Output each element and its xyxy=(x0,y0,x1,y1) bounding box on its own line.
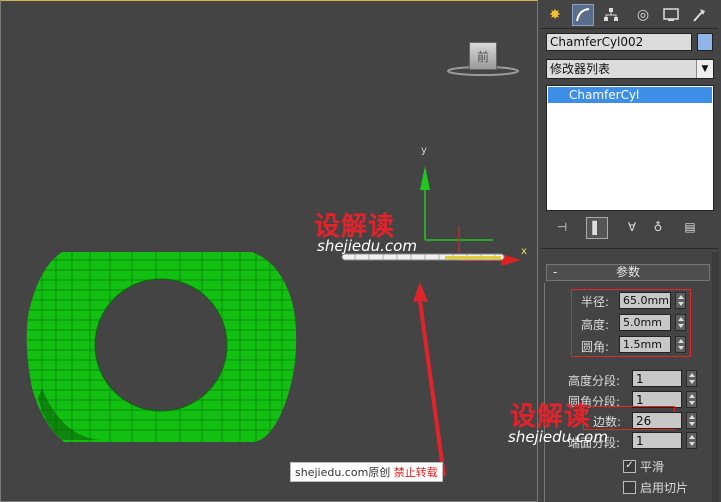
make-unique-icon[interactable]: ∀ xyxy=(622,217,642,237)
stack-item-chamfercyl[interactable]: ChamferCyl xyxy=(548,87,712,103)
radius-label: 半径: xyxy=(581,295,610,309)
height-segments-label: 高度分段: xyxy=(568,374,621,388)
fillet-segments-spinner[interactable] xyxy=(686,391,697,408)
cap-segments-input[interactable]: 1 xyxy=(632,432,682,449)
height-input[interactable]: 5.0mm xyxy=(619,314,671,331)
hierarchy-tab-icon[interactable] xyxy=(600,4,622,26)
utilities-tab-icon[interactable] xyxy=(688,4,710,26)
rollout-border xyxy=(544,283,545,502)
fillet-label: 圆角: xyxy=(581,340,610,354)
watermark-site-2: shejiedu.com xyxy=(508,428,608,446)
sides-spinner[interactable] xyxy=(686,412,697,429)
axis-x-label: x xyxy=(521,246,527,257)
footer-notice: 禁止转载 xyxy=(393,466,438,479)
axis-y-label: y xyxy=(421,145,427,156)
parameters-rollout-header[interactable]: - 参数 xyxy=(546,264,710,281)
modifier-list-dropdown[interactable]: 修改器列表 ▼ xyxy=(546,59,714,79)
object-name-input[interactable]: ChamferCyl002 xyxy=(546,33,692,51)
slice-on-label: 启用切片 xyxy=(640,481,689,495)
configure-sets-icon[interactable]: ▤ xyxy=(680,217,700,237)
height-segments-spinner[interactable] xyxy=(686,370,697,387)
motion-tab-icon[interactable]: ◎ xyxy=(632,4,654,26)
viewcube[interactable]: 前 xyxy=(446,38,520,78)
footer-site: shejiedu.com xyxy=(295,466,369,479)
smooth-label: 平滑 xyxy=(640,460,665,474)
chevron-down-icon: ▼ xyxy=(696,60,713,78)
chamfer-cylinder-mesh[interactable] xyxy=(22,248,322,448)
rollout-title: 参数 xyxy=(615,265,640,279)
modifier-stack[interactable]: ChamferCyl xyxy=(546,85,714,211)
panel-scrollbar[interactable] xyxy=(712,252,719,502)
display-tab-icon[interactable] xyxy=(660,4,682,26)
height-segments-input[interactable]: 1 xyxy=(632,370,682,387)
modify-tab-icon[interactable] xyxy=(572,4,594,26)
create-tab-icon[interactable]: ✸ xyxy=(544,4,566,26)
sides-input[interactable]: 26 xyxy=(632,412,682,429)
height-spinner[interactable] xyxy=(675,314,686,331)
object-color-swatch[interactable] xyxy=(697,33,713,51)
annotation-arrow-icon xyxy=(413,282,446,477)
remove-modifier-icon[interactable]: ♁ xyxy=(648,217,668,237)
transform-gizmo[interactable] xyxy=(415,148,525,268)
show-end-result-icon[interactable]: ▌ xyxy=(586,217,608,239)
radius-spinner[interactable] xyxy=(675,292,686,309)
watermark-site: shejiedu.com xyxy=(317,237,417,255)
radius-input[interactable]: 65.0mm xyxy=(619,292,671,309)
fillet-spinner[interactable] xyxy=(675,336,686,353)
front-viewport[interactable]: 前 y x 设解读 shejiedu.com shejiedu.com原创 禁止… xyxy=(0,0,538,502)
viewcube-face[interactable]: 前 xyxy=(469,42,497,70)
pin-stack-icon[interactable]: ⊣ xyxy=(552,217,572,237)
slice-on-checkbox[interactable] xyxy=(623,481,636,494)
fillet-input[interactable]: 1.5mm xyxy=(619,336,671,353)
tabs-separator xyxy=(540,28,718,29)
modifier-list-label: 修改器列表 xyxy=(550,62,611,76)
smooth-checkbox[interactable]: ✓ xyxy=(623,460,636,473)
height-label: 高度: xyxy=(581,318,610,332)
footer-original: 原创 xyxy=(368,466,391,479)
footer-credit: shejiedu.com原创 禁止转载 xyxy=(290,462,443,482)
cap-segments-spinner[interactable] xyxy=(686,432,697,449)
stack-item-label: ChamferCyl xyxy=(569,88,640,102)
viewcube-face-label: 前 xyxy=(476,49,489,64)
panel-separator xyxy=(540,248,718,249)
